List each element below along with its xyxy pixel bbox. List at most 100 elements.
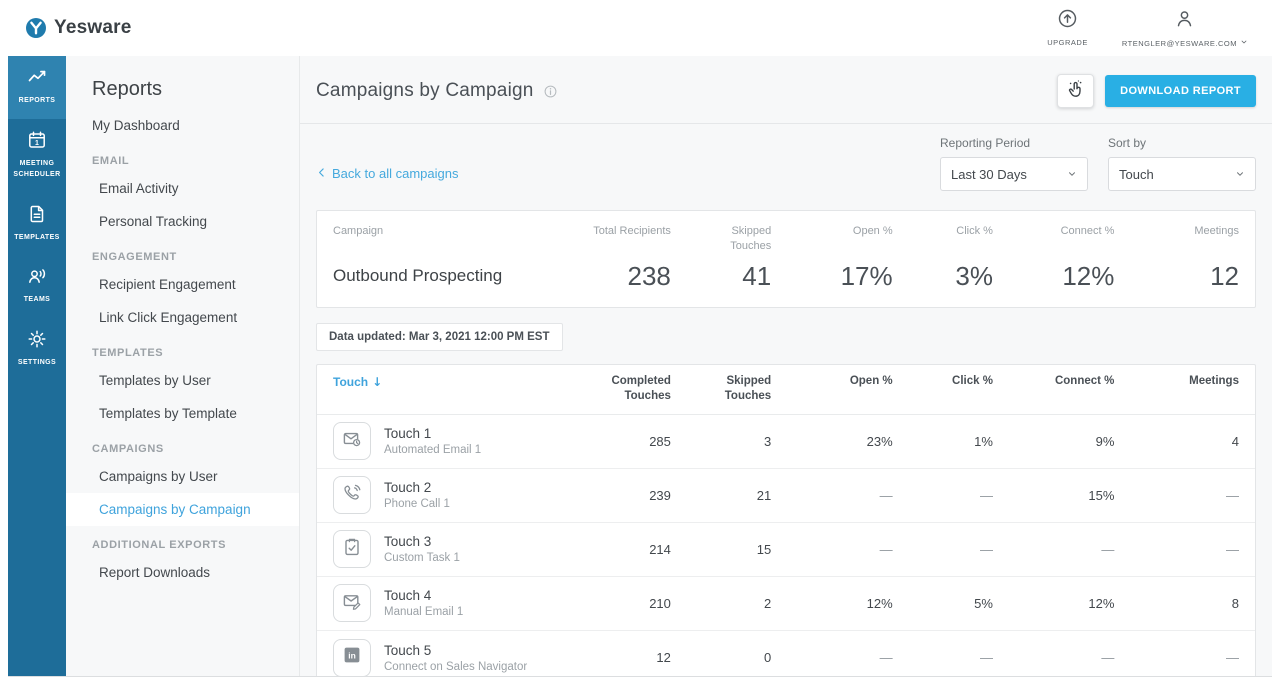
campaign-summary-card: Campaign Total Recipients Skipped Touches O… (316, 210, 1256, 308)
nav-item-my-dashboard[interactable]: My Dashboard (66, 109, 299, 142)
tap-gesture-button[interactable] (1057, 74, 1095, 108)
app-frame: REPORTS 1 MEETING SCHEDULER TEMPLATES TEAMS S… (8, 56, 1272, 676)
touch-cell: Touch 4 Manual Email 1 (333, 584, 560, 623)
nav-item-email-activity[interactable]: Email Activity (66, 172, 299, 205)
table-cell-value: — (979, 487, 993, 503)
sidebar-item-label: TEAMS (23, 296, 51, 304)
info-icon[interactable] (543, 84, 558, 99)
table-cell-value: 21 (756, 487, 772, 503)
page: Yesware UPGRADE RTENGLER@YESWARE.COM REP (0, 0, 1280, 682)
table-column-header: Skipped Touches (724, 374, 772, 403)
table-cell-value: 285 (649, 433, 671, 449)
reporting-period-label: Reporting Period (940, 136, 1031, 150)
sidebar-item-reports[interactable]: REPORTS (8, 56, 66, 119)
account-email: RTENGLER@YESWARE.COM (1121, 38, 1237, 48)
data-updated-badge: Data updated: Mar 3, 2021 12:00 PM EST (316, 322, 563, 351)
touch-title: Touch 5 (384, 642, 432, 658)
nav-item-templates-by-template[interactable]: Templates by Template (66, 397, 299, 430)
nav-item-campaigns-by-campaign[interactable]: Campaigns by Campaign (66, 493, 299, 526)
nav-item-campaigns-by-user[interactable]: Campaigns by User (66, 460, 299, 493)
nav-section-templates: TEMPLATES (92, 347, 164, 359)
back-to-campaigns-link[interactable]: Back to all campaigns (316, 166, 458, 181)
table-row: Touch 4 Manual Email 1 210 2 12% 5% 12% 8 (317, 577, 1255, 631)
main-content: Campaigns by Campaign DOWNLOAD REPORT Ba… (300, 56, 1272, 676)
summary-value: 12% (1062, 260, 1115, 291)
reporting-period-value: Last 30 Days (951, 166, 1027, 182)
settings-icon (27, 330, 47, 353)
sidebar-item-settings[interactable]: SETTINGS (8, 318, 66, 381)
reports-icon (27, 70, 47, 91)
summary-column-header: Campaign (333, 225, 384, 237)
summary-value: 12 (1210, 260, 1239, 291)
upgrade-button[interactable]: UPGRADE (1047, 8, 1088, 47)
nav-item-link-click-engagement[interactable]: Link Click Engagement (66, 301, 299, 334)
touch-cell: in Touch 5 Connect on Sales Navigator (333, 638, 560, 676)
nav-section-campaigns: CAMPAIGNS (92, 443, 164, 455)
account-menu[interactable]: RTENGLER@YESWARE.COM (1122, 8, 1248, 48)
table-cell-value: 210 (649, 595, 671, 611)
table-cell-value: 12% (1088, 595, 1115, 611)
teams-icon (27, 269, 47, 290)
reporting-period-select[interactable]: Last 30 Days (940, 157, 1088, 191)
yesware-logo-icon (24, 16, 48, 40)
table-cell-value: 5% (974, 595, 993, 611)
top-bar: Yesware UPGRADE RTENGLER@YESWARE.COM (8, 0, 1272, 56)
back-link-label: Back to all campaigns (332, 166, 459, 181)
table-cell-value: 214 (649, 541, 671, 557)
download-report-button[interactable]: DOWNLOAD REPORT (1105, 75, 1256, 107)
reports-nav-panel: Reports My Dashboard EMAIL Email Activity P… (66, 56, 300, 676)
table-cell-value: 23% (866, 433, 893, 449)
table-cell-value: 9% (1095, 433, 1115, 449)
table-cell-value: 15% (1088, 487, 1115, 503)
icon-sidebar: REPORTS 1 MEETING SCHEDULER TEMPLATES TEAMS S… (8, 56, 66, 676)
nav-item-report-downloads[interactable]: Report Downloads (66, 556, 299, 589)
summary-column-header: Total Recipients (593, 225, 671, 237)
table-cell-value: — (1225, 650, 1239, 666)
sidebar-item-label: REPORTS (18, 97, 56, 104)
sidebar-item-label: MEETING SCHEDULER (13, 159, 61, 178)
table-row: Touch 3 Custom Task 1 214 15 — — — — (317, 523, 1255, 577)
nav-item-templates-by-user[interactable]: Templates by User (66, 364, 299, 397)
table-cell-value: — (1101, 541, 1115, 557)
summary-column-header: Meetings (1194, 225, 1239, 237)
table-cell-value: 4 (1231, 433, 1239, 449)
chevron-down-icon (1235, 169, 1245, 179)
table-column-header: Connect % (1054, 374, 1115, 387)
table-row: Touch 2 Phone Call 1 239 21 — — 15% — (317, 469, 1255, 523)
sidebar-item-teams[interactable]: TEAMS (8, 255, 66, 318)
sidebar-item-label: SETTINGS (17, 359, 57, 367)
upgrade-label: UPGRADE (1047, 38, 1088, 47)
table-column-header: Click % (952, 374, 993, 387)
svg-text:in: in (348, 651, 356, 661)
sidebar-item-label: TEMPLATES (14, 233, 60, 241)
touch-subtitle: Manual Email 1 (384, 606, 464, 619)
sort-column-label: Touch (333, 374, 369, 389)
nav-section-email: EMAIL (92, 155, 130, 167)
brand-wordmark: Yesware (54, 17, 132, 38)
table-column-header: Open % (849, 374, 893, 387)
yesware-logo[interactable]: Yesware (24, 16, 131, 40)
sort-by-select[interactable]: Touch (1108, 157, 1256, 191)
nav-item-personal-tracking[interactable]: Personal Tracking (66, 205, 299, 238)
sort-by-value: Touch (1119, 166, 1154, 182)
table-cell-value: 12 (656, 650, 671, 666)
sidebar-item-templates[interactable]: TEMPLATES (8, 193, 66, 256)
nav-item-recipient-engagement[interactable]: Recipient Engagement (66, 268, 299, 301)
table-cell-value: — (1225, 487, 1239, 503)
touch-title: Touch 1 (384, 426, 432, 442)
table-cell-value: 12% (866, 595, 893, 611)
touch-title: Touch 2 (384, 480, 432, 496)
touch-subtitle: Connect on Sales Navigator (384, 660, 528, 673)
summary-value: 3% (955, 260, 993, 291)
touch-title: Touch 4 (384, 588, 432, 604)
table-sort-header-touch[interactable]: Touch ↓ (333, 374, 560, 390)
touch-cell: Touch 2 Phone Call 1 (333, 476, 560, 515)
table-row: Touch 1 Automated Email 1 285 3 23% 1% 9% 4 (317, 415, 1255, 469)
table-cell-value: 8 (1231, 595, 1239, 611)
sidebar-item-meeting-scheduler[interactable]: 1 MEETING SCHEDULER (8, 119, 66, 193)
app-window: Yesware UPGRADE RTENGLER@YESWARE.COM REP (8, 0, 1272, 677)
main-header: Campaigns by Campaign DOWNLOAD REPORT (300, 56, 1272, 124)
table-column-header: Completed Touches (611, 374, 671, 403)
table-cell-value: — (1101, 650, 1115, 666)
summary-column-header: Skipped Touches (730, 225, 772, 252)
